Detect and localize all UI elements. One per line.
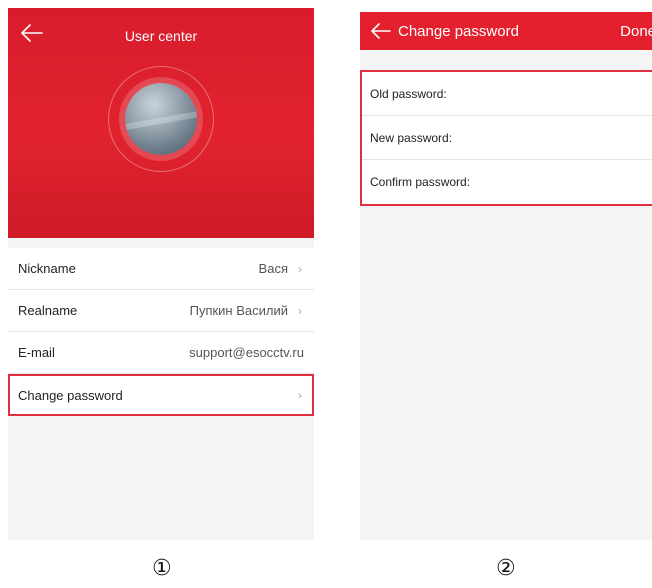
change-password-label: Change password <box>18 387 123 403</box>
profile-list: Nickname Вася › Realname Пупкин Василий … <box>8 248 314 416</box>
nickname-row[interactable]: Nickname Вася › <box>8 248 314 290</box>
old-password-field[interactable]: Old password: <box>362 72 652 116</box>
chevron-right-icon: › <box>298 261 302 276</box>
avatar-highlight <box>125 108 197 132</box>
page-title: Change password <box>398 23 519 40</box>
new-password-label: New password: <box>370 130 453 145</box>
nickname-value: Вася <box>258 261 288 276</box>
realname-value: Пупкин Василий <box>189 303 288 318</box>
confirm-password-field[interactable]: Confirm password: <box>362 160 652 204</box>
done-button[interactable]: Done <box>620 23 652 40</box>
email-label: E-mail <box>18 345 55 360</box>
new-password-field[interactable]: New password: <box>362 116 652 160</box>
back-arrow-icon[interactable] <box>368 20 392 42</box>
email-row: E-mail support@esocctv.ru <box>8 332 314 374</box>
chevron-right-icon: › <box>298 303 302 318</box>
change-password-header: Change password Done <box>360 12 652 50</box>
old-password-label: Old password: <box>370 86 447 101</box>
confirm-password-label: Confirm password: <box>370 175 471 189</box>
step-marker-1: ① <box>152 556 172 581</box>
profile-header: User center <box>8 8 314 238</box>
password-form: Old password: New password: Confirm pass… <box>360 70 652 206</box>
chevron-right-icon: › <box>298 388 302 402</box>
step-marker-2: ② <box>496 556 516 581</box>
user-center-screen: User center Nickname Вася › Realname Пуп… <box>8 8 314 540</box>
nickname-label: Nickname <box>18 261 76 276</box>
change-password-row[interactable]: Change password › <box>8 374 314 416</box>
avatar[interactable] <box>125 83 197 155</box>
email-value: support@esocctv.ru <box>189 345 304 360</box>
realname-label: Realname <box>18 303 78 318</box>
page-title: User center <box>124 28 198 44</box>
change-password-screen: Change password Done Old password: New p… <box>360 12 652 540</box>
realname-row[interactable]: Realname Пупкин Василий › <box>8 290 314 332</box>
